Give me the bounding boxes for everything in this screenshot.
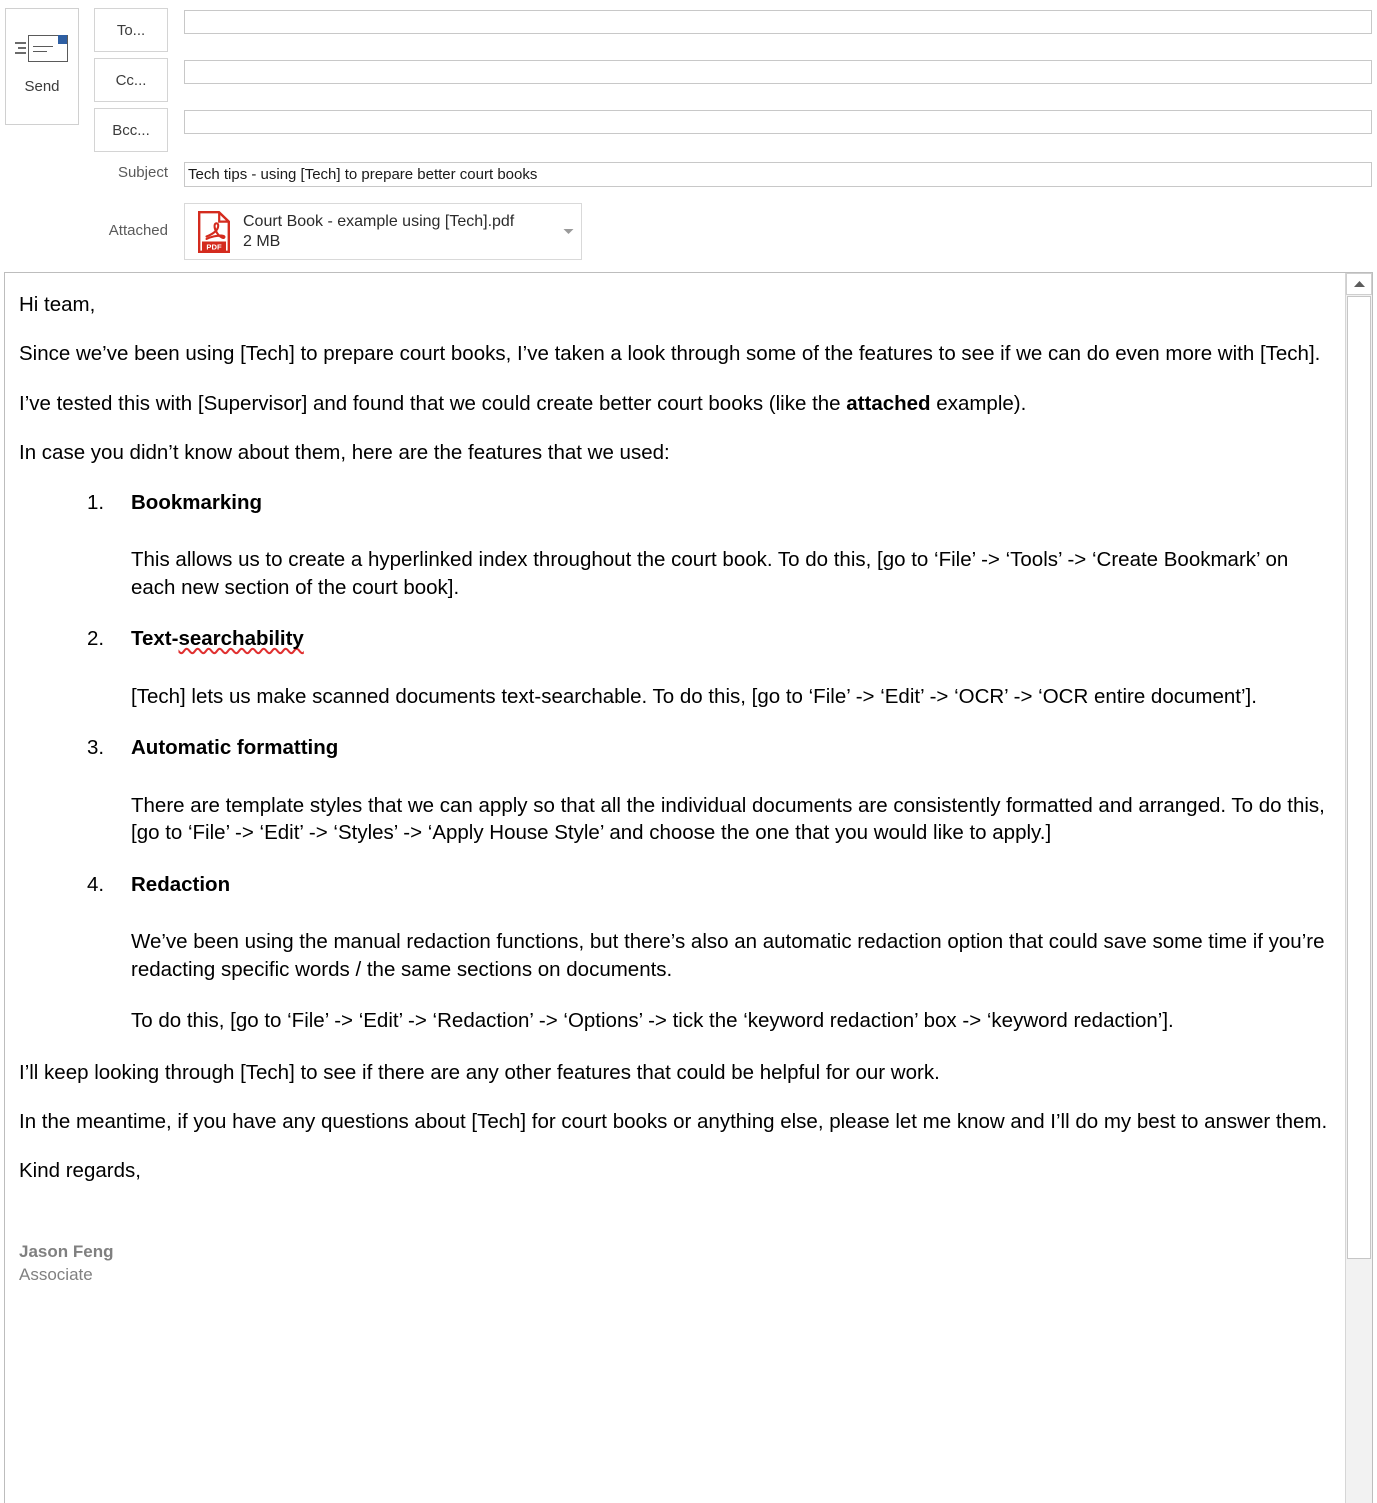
list-item: Automatic formatting There are template …	[19, 734, 1331, 846]
attachment-dropdown-button[interactable]	[555, 227, 581, 236]
attached-label: Attached	[108, 222, 168, 239]
send-button[interactable]: Send	[5, 8, 79, 125]
cc-button[interactable]: Cc...	[94, 58, 168, 102]
compose-header: Send To... Cc... Bcc... Subject Attached…	[0, 0, 1377, 270]
envelope-badge	[58, 34, 67, 44]
feature-title: Automatic formatting	[131, 736, 339, 760]
body-scrollbar[interactable]	[1345, 273, 1372, 1503]
triangle-up-icon	[1353, 281, 1365, 287]
feature-description: [Tech] lets us make scanned documents te…	[131, 684, 1257, 708]
feature-title: Text-searchability	[131, 625, 1331, 652]
feature-title: Bookmarking	[131, 490, 262, 514]
message-body-pane: Hi team, Since we’ve been using [Tech] t…	[4, 272, 1373, 1503]
attachment-file-size: 2 MB	[243, 232, 281, 250]
bcc-button[interactable]: Bcc...	[94, 108, 168, 152]
scroll-up-button[interactable]	[1346, 273, 1372, 295]
cc-button-label: Cc...	[115, 71, 147, 89]
email-signature: Jason Feng Associate	[19, 1241, 1331, 1287]
features-list: Bookmarking This allows us to create a h…	[19, 489, 1331, 1035]
bcc-input[interactable]	[184, 110, 1372, 134]
attachment-text: Court Book - example using [Tech].pdf 2 …	[243, 212, 555, 251]
signature-name: Jason Feng	[19, 1241, 114, 1261]
feature-title-prefix: Text-	[131, 627, 179, 651]
feature-description: We’ve been using the manual redaction fu…	[131, 930, 1325, 981]
scrollbar-track[interactable]	[1346, 1260, 1372, 1503]
tested-paragraph: I’ve tested this with [Supervisor] and f…	[19, 390, 1331, 417]
feature-description: There are template styles that we can ap…	[131, 793, 1325, 845]
subject-label: Subject	[117, 164, 168, 181]
intro-paragraph: Since we’ve been using [Tech] to prepare…	[19, 342, 1321, 366]
pdf-file-icon: PDF	[197, 210, 231, 253]
feature-description: This allows us to create a hyperlinked i…	[131, 548, 1289, 599]
to-input[interactable]	[184, 10, 1372, 34]
spellcheck-flagged-word: searchability	[178, 627, 304, 651]
send-button-label: Send	[24, 78, 60, 95]
closing-paragraph-2: In the meantime, if you have any questio…	[19, 1109, 1328, 1133]
list-item: Redaction We’ve been using the manual re…	[19, 871, 1331, 1035]
chevron-down-icon	[563, 229, 573, 234]
feature-description-secondary: To do this, [go to ‘File’ -> ‘Edit’ -> ‘…	[131, 1009, 1174, 1033]
features-intro-paragraph: In case you didn’t know about them, here…	[19, 441, 670, 465]
bcc-button-label: Bcc...	[112, 121, 150, 139]
to-button-label: To...	[116, 21, 146, 39]
greeting-paragraph: Hi team,	[19, 293, 96, 316]
to-button[interactable]: To...	[94, 8, 168, 52]
motion-lines-icon	[15, 42, 27, 56]
attached-bold-text: attached	[846, 391, 931, 415]
svg-text:PDF: PDF	[206, 242, 222, 251]
scrollbar-thumb[interactable]	[1347, 296, 1371, 1259]
attachment-chip[interactable]: PDF Court Book - example using [Tech].pd…	[184, 203, 582, 260]
tested-paragraph-post: example).	[930, 391, 1027, 415]
signature-role: Associate	[19, 1264, 93, 1284]
tested-paragraph-pre: I’ve tested this with [Supervisor] and f…	[19, 391, 847, 415]
message-body-editor[interactable]: Hi team, Since we’ve been using [Tech] t…	[5, 273, 1345, 1503]
sign-off-paragraph: Kind regards,	[19, 1159, 141, 1183]
subject-input[interactable]	[184, 162, 1372, 187]
cc-input[interactable]	[184, 60, 1372, 84]
list-item: Bookmarking This allows us to create a h…	[19, 489, 1331, 601]
list-item: Text-searchability [Tech] lets us make s…	[19, 625, 1331, 710]
closing-paragraph-1: I’ll keep looking through [Tech] to see …	[19, 1060, 940, 1084]
send-envelope-icon	[15, 33, 69, 67]
feature-title: Redaction	[131, 872, 231, 896]
attachment-file-name: Court Book - example using [Tech].pdf	[243, 212, 515, 230]
